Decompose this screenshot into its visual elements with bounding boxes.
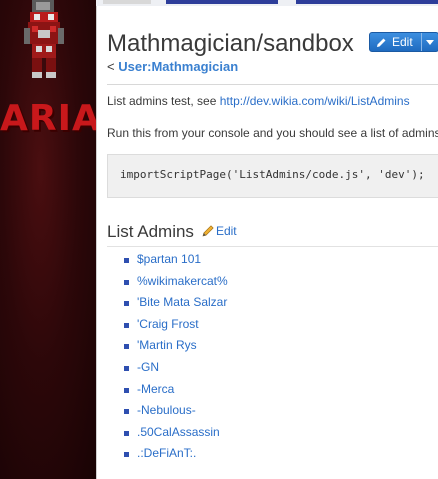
admin-link[interactable]: -Merca	[137, 382, 174, 396]
bullet-icon	[124, 452, 129, 458]
pencil-icon	[377, 38, 386, 47]
pencil-icon	[202, 225, 214, 237]
list-item: 'Craig Frost	[124, 314, 228, 336]
admin-link[interactable]: 'Craig Frost	[137, 317, 199, 331]
instruction-paragraph: Run this from your console and you shoul…	[107, 126, 438, 140]
edit-button-main[interactable]: Edit	[370, 33, 422, 51]
list-item: $partan 101	[124, 249, 228, 271]
bullet-icon	[124, 387, 129, 393]
code-text: importScriptPage('ListAdmins/code.js', '…	[120, 168, 425, 181]
intro-text: List admins test, see	[107, 94, 217, 108]
list-item: 'Martin Rys	[124, 335, 228, 357]
intro-paragraph: List admins test, see http://dev.wikia.c…	[107, 94, 410, 108]
admin-link[interactable]: .50CalAssassin	[137, 425, 220, 439]
section-edit-label: Edit	[215, 223, 237, 238]
caret-down-icon	[425, 39, 434, 45]
character-sprite	[24, 0, 64, 78]
page-title: Mathmagician/sandbox	[107, 30, 354, 57]
list-item: %wikimakercat%	[124, 271, 228, 293]
listadmins-link[interactable]: http://dev.wikia.com/wiki/ListAdmins	[220, 94, 410, 108]
list-item: -Nebulous-	[124, 400, 228, 422]
section-divider	[107, 246, 438, 247]
edit-button[interactable]: Edit	[369, 32, 438, 52]
top-nav-segment[interactable]	[296, 0, 438, 4]
edit-dropdown-toggle[interactable]	[422, 33, 438, 51]
top-nav-segment[interactable]	[166, 0, 278, 4]
section-heading: List Admins Edit	[107, 222, 237, 242]
admin-link[interactable]: $partan 101	[137, 252, 201, 266]
header-divider	[107, 84, 438, 85]
edit-button-label: Edit	[392, 35, 413, 49]
section-edit-link[interactable]: Edit	[202, 224, 237, 238]
bullet-icon	[124, 409, 129, 415]
list-item: 'Bite Mata Salzar	[124, 292, 228, 314]
wiki-logo[interactable]: ARIA	[0, 98, 100, 140]
list-item: .:DeFiAnT:.	[124, 443, 228, 465]
bullet-icon	[124, 258, 129, 263]
admin-link[interactable]: -GN	[137, 360, 159, 374]
top-nav-segment[interactable]	[103, 0, 151, 4]
list-item: .50CalAssassin	[124, 422, 228, 444]
bullet-icon	[124, 344, 129, 350]
admin-list: $partan 101 %wikimakercat% 'Bite Mata Salz…	[124, 249, 228, 465]
breadcrumb-prefix: <	[107, 59, 115, 74]
bullet-icon	[124, 301, 129, 307]
bullet-icon	[124, 279, 129, 285]
list-item: -Merca	[124, 379, 228, 401]
admin-link[interactable]: 'Bite Mata Salzar	[137, 295, 227, 309]
list-item: -GN	[124, 357, 228, 379]
admin-link[interactable]: -Nebulous-	[137, 403, 196, 417]
admin-link[interactable]: %wikimakercat%	[137, 274, 228, 288]
breadcrumb-user-link[interactable]: User:Mathmagician	[118, 59, 238, 74]
bullet-icon	[124, 430, 129, 436]
code-block: importScriptPage('ListAdmins/code.js', '…	[107, 154, 438, 198]
breadcrumb: < User:Mathmagician	[107, 59, 238, 74]
section-title: List Admins	[107, 222, 194, 241]
bullet-icon	[124, 365, 129, 371]
admin-link[interactable]: .:DeFiAnT:.	[137, 446, 196, 460]
admin-link[interactable]: 'Martin Rys	[137, 338, 197, 352]
bullet-icon	[124, 322, 129, 328]
article-panel: Mathmagician/sandbox Edit < User:Mathmag…	[96, 6, 438, 479]
